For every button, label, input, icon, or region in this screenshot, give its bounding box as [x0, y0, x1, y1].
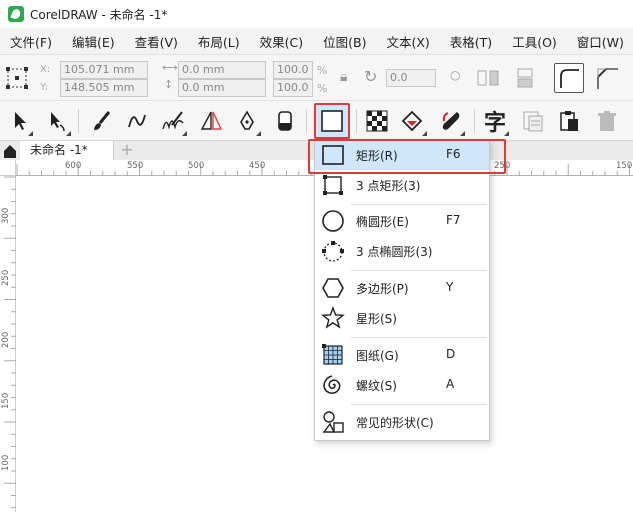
menu-view[interactable]: 查看(V)	[125, 32, 188, 51]
menu-effects[interactable]: 效果(C)	[250, 32, 313, 51]
menu-bar: 文件(F) 编辑(E) 查看(V) 布局(L) 效果(C) 位图(B) 文本(X…	[0, 28, 633, 54]
ruler-label: 100	[1, 454, 11, 471]
text-tool[interactable]: 字	[480, 105, 510, 137]
menu-item-label: 多边形(P)	[356, 282, 409, 296]
menu-item-polygon[interactable]: 多边形(P) Y	[315, 273, 489, 303]
delete-tool[interactable]	[592, 105, 622, 137]
interactive-fill-tool[interactable]	[398, 105, 428, 137]
menu-text[interactable]: 文本(X)	[376, 32, 439, 51]
round-corner-button[interactable]	[554, 63, 584, 93]
text-tool-glyph: 字	[483, 111, 506, 136]
ruler-label: 150	[1, 392, 11, 409]
table-tool[interactable]	[518, 105, 548, 137]
menu-item-3-point-ellipse[interactable]: 3 点椭圆形(3)	[315, 236, 489, 266]
y-label: Y:	[40, 82, 49, 93]
scale-x-field[interactable]: 100.0	[273, 61, 313, 79]
menu-edit[interactable]: 编辑(E)	[62, 32, 125, 51]
ruler-label: 450	[249, 161, 266, 171]
percent-y: %	[317, 82, 328, 95]
shape-tool[interactable]	[42, 105, 72, 137]
ruler-origin[interactable]	[0, 160, 16, 176]
scale-y-field[interactable]: 100.0	[273, 79, 313, 97]
degree-icon: ○	[450, 68, 461, 82]
title-bar: CorelDRAW - 未命名 -1*	[0, 0, 633, 28]
menu-item-label: 3 点椭圆形(3)	[356, 245, 433, 259]
x-position-field[interactable]: 105.071 mm	[60, 61, 148, 79]
width-field[interactable]: 0.0 mm	[178, 61, 266, 79]
freehand-tool[interactable]	[122, 105, 152, 137]
annotation-highlight-rectangle-item	[308, 139, 506, 174]
rotate-icon: ↻	[364, 67, 378, 86]
menu-item-label: 3 点矩形(3)	[356, 179, 421, 193]
menu-bitmaps[interactable]: 位图(B)	[313, 32, 376, 51]
menu-item-shortcut: D	[446, 347, 456, 361]
mirror-horizontal-icon[interactable]	[476, 67, 500, 89]
menu-item-label: 椭圆形(E)	[356, 215, 409, 229]
rectangle-tool-flyout: 矩形(R) F6 3 点矩形(3) 椭圆形(E) F7 3 点椭圆形(3) 多边…	[314, 139, 490, 441]
coreldraw-logo-icon	[8, 6, 24, 22]
paste-tool[interactable]	[554, 105, 584, 137]
menu-item-3-point-rectangle[interactable]: 3 点矩形(3)	[315, 170, 489, 200]
three-point-rectangle-icon	[321, 173, 345, 197]
scallop-corner-button[interactable]	[592, 63, 622, 93]
polygon-icon	[321, 276, 345, 300]
menu-window[interactable]: 窗口(W)	[567, 32, 633, 51]
pattern-fill-tool[interactable]	[362, 105, 392, 137]
tab-untitled-document[interactable]: 未命名 -1*	[20, 141, 114, 161]
height-icon: ↕	[164, 78, 174, 91]
height-field[interactable]: 0.0 mm	[178, 79, 266, 97]
menu-item-spiral[interactable]: 螺纹(S) A	[315, 370, 489, 400]
object-origin-icon[interactable]	[6, 67, 28, 89]
menu-item-label: 螺纹(S)	[356, 379, 397, 393]
three-point-ellipse-icon	[321, 239, 345, 263]
toolbox: 字	[0, 100, 633, 140]
artistic-media-tool[interactable]	[86, 105, 116, 137]
x-label: X:	[40, 64, 51, 75]
menu-item-star[interactable]: 星形(S)	[315, 303, 489, 333]
mirror-vertical-icon[interactable]	[514, 67, 538, 89]
menu-item-label: 图纸(G)	[356, 349, 399, 363]
menu-item-label: 星形(S)	[356, 312, 397, 326]
percent-x: %	[317, 64, 328, 77]
menu-file[interactable]: 文件(F)	[0, 32, 62, 51]
pick-tool[interactable]	[4, 105, 34, 137]
property-bar: X: Y: 105.071 mm 148.505 mm ⟷ ↕ 0.0 mm 0…	[0, 54, 633, 100]
home-icon[interactable]	[2, 143, 18, 159]
ruler-label: 550	[127, 161, 144, 171]
menu-item-shortcut: A	[446, 377, 455, 391]
ellipse-icon	[321, 209, 345, 233]
window-title: CorelDRAW - 未命名 -1*	[30, 7, 168, 22]
ruler-label: 600	[65, 161, 82, 171]
ruler-label: 150	[616, 161, 633, 171]
menu-item-graph-paper[interactable]: 图纸(G) D	[315, 340, 489, 370]
menu-item-common-shapes[interactable]: 常见的形状(C)	[315, 407, 489, 437]
width-icon: ⟷	[162, 61, 178, 74]
ruler-label: 300	[1, 207, 11, 224]
y-position-field[interactable]: 148.505 mm	[60, 79, 148, 97]
menu-item-ellipse[interactable]: 椭圆形(E) F7	[315, 206, 489, 236]
menu-layout[interactable]: 布局(L)	[188, 32, 250, 51]
pen-tool[interactable]	[232, 105, 262, 137]
eyedropper-tool[interactable]	[436, 105, 466, 137]
star-icon	[321, 306, 345, 330]
lock-ratio-icon[interactable]: 🔒︎	[340, 69, 347, 85]
vertical-ruler: 300 250 200 150 100	[0, 176, 16, 512]
eraser-tool[interactable]	[270, 105, 300, 137]
rectangle-tool[interactable]	[314, 103, 350, 139]
menu-item-shortcut: F7	[446, 213, 461, 227]
spiral-icon	[321, 373, 345, 397]
rotation-field[interactable]: 0.0	[386, 69, 436, 87]
menu-tools[interactable]: 工具(O)	[502, 32, 567, 51]
blend-tool[interactable]	[196, 105, 226, 137]
ruler-label: 250	[1, 269, 11, 286]
common-shapes-icon	[321, 410, 345, 434]
add-tab-button[interactable]: +	[118, 141, 136, 161]
menu-table[interactable]: 表格(T)	[440, 32, 502, 51]
graph-paper-icon	[321, 343, 345, 367]
pen-scribble-tool[interactable]	[158, 105, 188, 137]
ruler-label: 200	[1, 331, 11, 348]
menu-item-shortcut: Y	[446, 280, 454, 294]
menu-item-label: 常见的形状(C)	[356, 416, 434, 430]
ruler-label: 500	[188, 161, 205, 171]
